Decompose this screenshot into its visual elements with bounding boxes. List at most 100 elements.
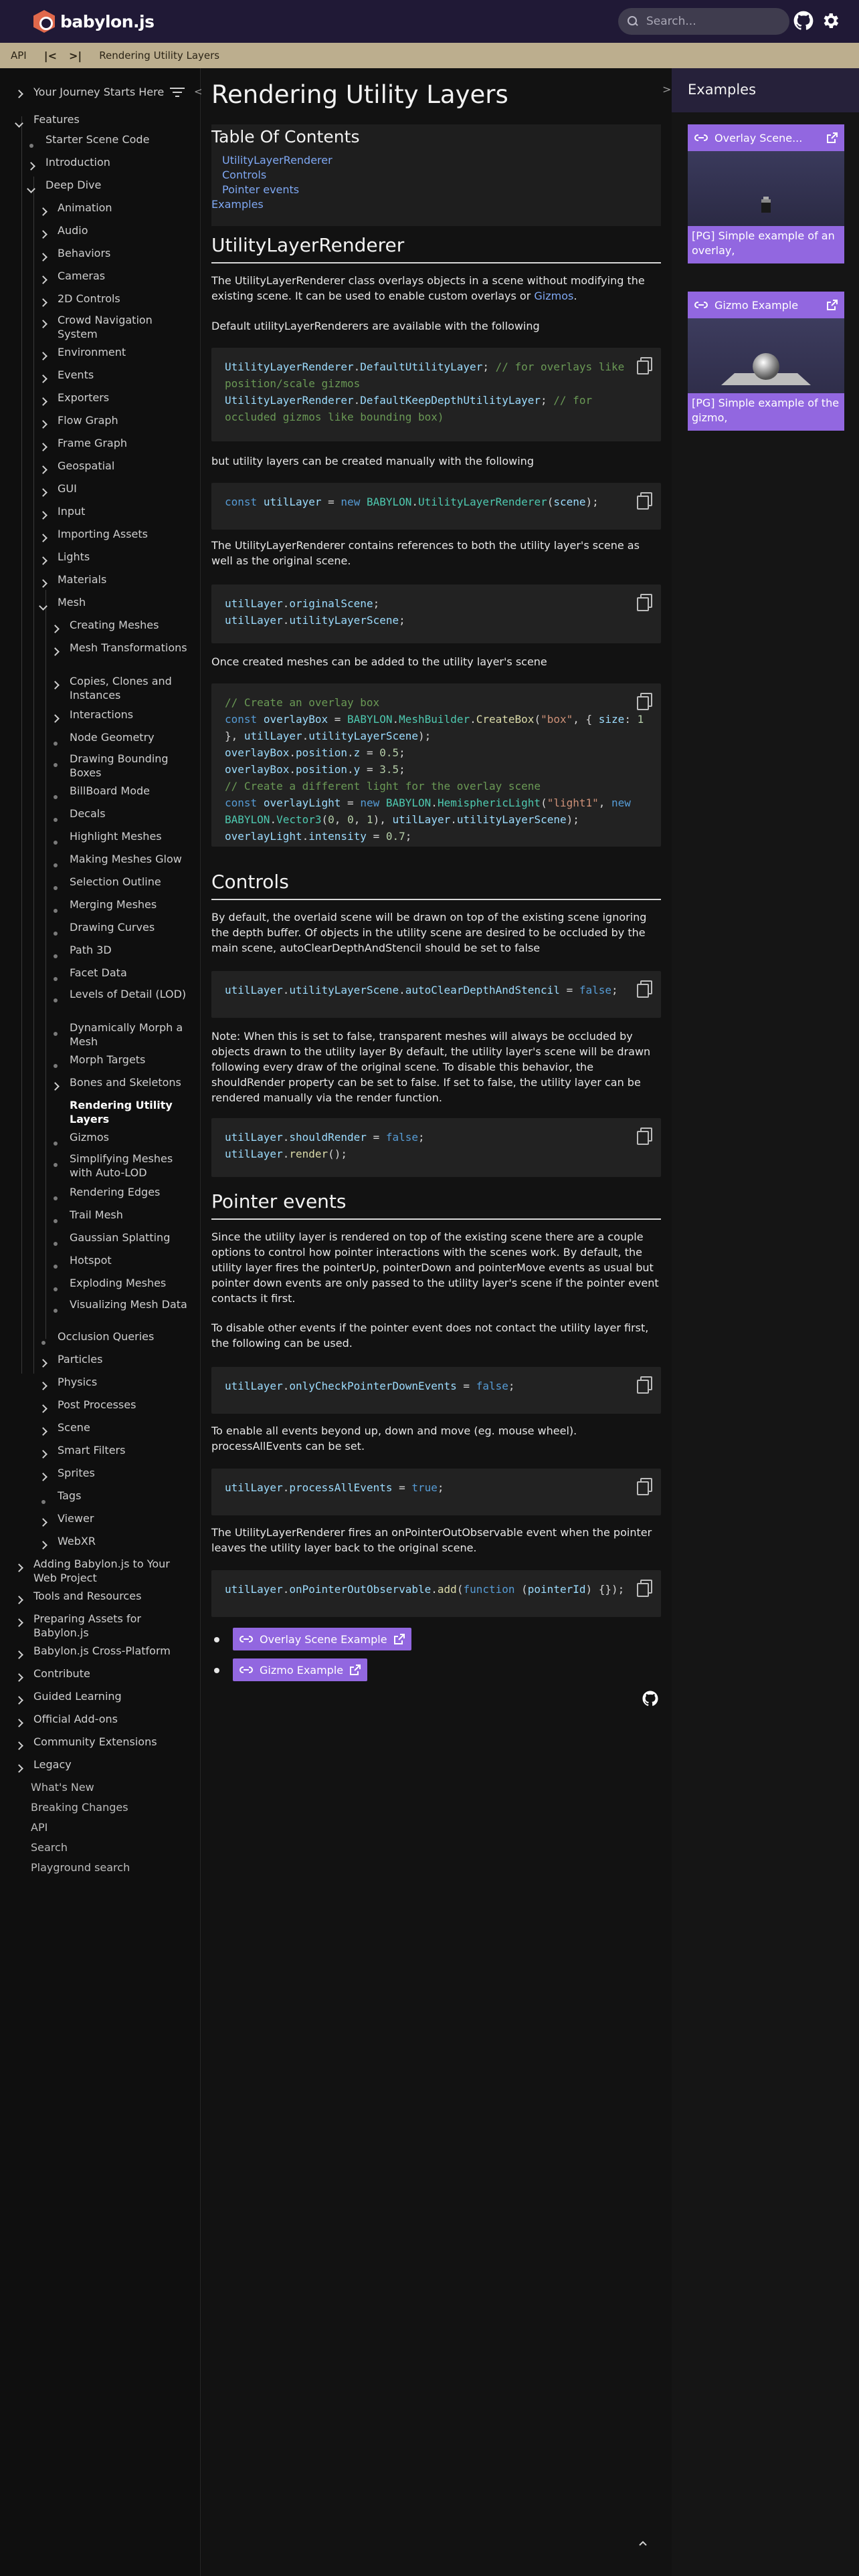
chevron-right-icon[interactable] xyxy=(27,155,45,173)
example-card-overlay[interactable]: Overlay Scene... [PG] Simple example of … xyxy=(688,124,844,263)
sidebar-item[interactable]: Drawing Bounding Boxes xyxy=(52,752,187,780)
sidebar-item[interactable]: Crowd Navigation System xyxy=(39,313,187,341)
sidebar-item[interactable]: Search xyxy=(31,1840,202,1854)
chevron-right-icon[interactable] xyxy=(39,1375,58,1392)
github-edit-icon[interactable] xyxy=(642,1691,658,1707)
copy-icon[interactable] xyxy=(637,357,652,374)
sidebar-item[interactable]: Viewer xyxy=(39,1511,187,1529)
sidebar-item[interactable]: Tools and Resources xyxy=(15,1589,187,1606)
copy-icon[interactable] xyxy=(637,1376,652,1394)
sidebar-item[interactable]: Environment xyxy=(39,345,187,362)
chevron-right-icon[interactable] xyxy=(39,269,58,286)
sidebar-header-label[interactable]: Your Journey Starts Here xyxy=(33,86,164,98)
sidebar-item[interactable]: Hotspot xyxy=(52,1253,187,1272)
sidebar-item[interactable]: Importing Assets xyxy=(39,527,187,544)
sidebar-item[interactable]: Making Meshes Glow xyxy=(52,852,187,871)
next-page-button[interactable]: >| xyxy=(69,49,82,62)
sidebar-item[interactable]: Contribute xyxy=(15,1667,187,1684)
collapse-examples-icon[interactable]: > xyxy=(662,83,671,96)
chevron-right-icon[interactable] xyxy=(51,708,70,725)
sidebar-item[interactable]: Flow Graph xyxy=(39,413,187,431)
chevron-right-icon[interactable] xyxy=(39,313,58,341)
previous-page-button[interactable]: |< xyxy=(44,49,57,62)
sidebar-item[interactable]: Morph Targets xyxy=(52,1053,187,1071)
sidebar-item[interactable]: Legacy xyxy=(15,1757,187,1775)
sidebar-item[interactable]: Events xyxy=(39,368,187,385)
chevron-right-icon[interactable] xyxy=(51,674,70,702)
sidebar-item[interactable]: Introduction xyxy=(27,155,187,173)
sidebar-item[interactable]: Scene xyxy=(39,1420,187,1438)
sidebar-item[interactable]: Gizmos xyxy=(52,1130,187,1149)
sidebar-item[interactable]: Node Geometry xyxy=(52,730,187,749)
sidebar-item[interactable]: Cameras xyxy=(39,269,187,286)
sidebar-item[interactable]: Simplifying Meshes with Auto-LOD xyxy=(52,1152,187,1180)
filter-icon[interactable] xyxy=(170,87,185,98)
sidebar-item[interactable]: Official Add-ons xyxy=(15,1712,187,1729)
sidebar-item[interactable]: Tags xyxy=(40,1489,187,1507)
sidebar-item[interactable]: Behaviors xyxy=(39,246,187,263)
gear-icon[interactable] xyxy=(820,11,840,31)
sidebar-item[interactable]: Merging Meshes xyxy=(52,897,187,916)
collapse-sidebar-icon[interactable]: < xyxy=(194,86,203,98)
chevron-right-icon[interactable] xyxy=(39,345,58,362)
sidebar-item[interactable]: Audio xyxy=(39,223,187,241)
toc-link-pointer-events[interactable]: Pointer events xyxy=(222,183,299,196)
sidebar-item[interactable]: Preparing Assets for Babylon.js xyxy=(15,1612,187,1640)
sidebar-item[interactable]: Facet Data xyxy=(52,966,187,984)
sidebar-item[interactable]: 2D Controls xyxy=(39,292,187,309)
sidebar-item[interactable]: Babylon.js Cross-Platform xyxy=(15,1644,187,1661)
sidebar-item[interactable]: Adding Babylon.js to Your Web Project xyxy=(15,1557,187,1585)
sidebar-item[interactable]: Lights xyxy=(39,550,187,567)
sidebar-item[interactable]: Mesh xyxy=(39,595,187,613)
chevron-right-icon[interactable] xyxy=(39,246,58,263)
chevron-right-icon[interactable] xyxy=(39,368,58,385)
search-input[interactable] xyxy=(646,15,780,28)
example-card-header[interactable]: Overlay Scene... xyxy=(688,124,844,151)
sidebar-item[interactable]: Levels of Detail (LOD) xyxy=(52,987,187,1006)
sidebar-item[interactable]: Playground search xyxy=(31,1860,202,1874)
chevron-right-icon[interactable] xyxy=(39,1511,58,1529)
chevron-right-icon[interactable] xyxy=(15,1557,33,1585)
chevron-right-icon[interactable] xyxy=(51,618,70,635)
copy-icon[interactable] xyxy=(637,492,652,510)
chevron-right-icon[interactable] xyxy=(39,1352,58,1370)
chevron-right-icon[interactable] xyxy=(39,292,58,309)
sidebar-item[interactable]: Dynamically Morph a Mesh xyxy=(52,1021,187,1049)
sidebar-item[interactable]: Sprites xyxy=(39,1466,187,1483)
sidebar-item[interactable]: API xyxy=(31,1820,202,1834)
chevron-right-icon[interactable] xyxy=(51,641,70,658)
chevron-right-icon[interactable] xyxy=(39,527,58,544)
chevron-up-icon[interactable] xyxy=(638,2539,648,2548)
chevron-right-icon[interactable] xyxy=(15,1735,33,1752)
sidebar-item[interactable]: GUI xyxy=(39,481,187,499)
copy-icon[interactable] xyxy=(637,1580,652,1597)
copy-icon[interactable] xyxy=(637,1478,652,1495)
sidebar-item[interactable]: WebXR xyxy=(39,1534,187,1551)
sidebar-item[interactable]: Drawing Curves xyxy=(52,920,187,939)
chevron-right-icon[interactable] xyxy=(15,1589,33,1606)
babylon-logo[interactable]: babylon.js xyxy=(33,8,155,35)
chevron-right-icon[interactable] xyxy=(39,201,58,218)
gizmos-link[interactable]: Gizmos xyxy=(534,290,573,302)
sidebar-item[interactable]: Visualizing Mesh Data xyxy=(52,1297,187,1316)
chevron-right-icon[interactable] xyxy=(39,1443,58,1461)
copy-icon[interactable] xyxy=(637,1128,652,1145)
sidebar-item[interactable]: Occlusion Queries xyxy=(40,1329,187,1348)
chevron-right-icon[interactable] xyxy=(15,1689,33,1707)
sidebar-item[interactable]: Path 3D xyxy=(52,943,187,962)
chevron-right-icon[interactable] xyxy=(39,1398,58,1415)
sidebar-item[interactable]: Geospatial xyxy=(39,459,187,476)
chevron-down-icon[interactable] xyxy=(15,112,33,130)
chevron-right-icon[interactable] xyxy=(39,504,58,522)
chevron-right-icon[interactable] xyxy=(39,1466,58,1483)
chevron-right-icon[interactable] xyxy=(39,413,58,431)
sidebar-item[interactable]: Highlight Meshes xyxy=(52,829,187,848)
sidebar-item[interactable]: What's New xyxy=(31,1780,202,1794)
chevron-right-icon[interactable] xyxy=(39,1420,58,1438)
example-card-gizmo[interactable]: Gizmo Example [PG] Simple example of the… xyxy=(688,292,844,431)
sidebar-item[interactable]: Frame Graph xyxy=(39,436,187,453)
sidebar-item[interactable]: Mesh Transformations xyxy=(51,641,187,658)
sidebar-item[interactable]: Interactions xyxy=(51,708,187,725)
chevron-right-icon[interactable] xyxy=(39,481,58,499)
sidebar-item[interactable]: Creating Meshes xyxy=(51,618,187,635)
